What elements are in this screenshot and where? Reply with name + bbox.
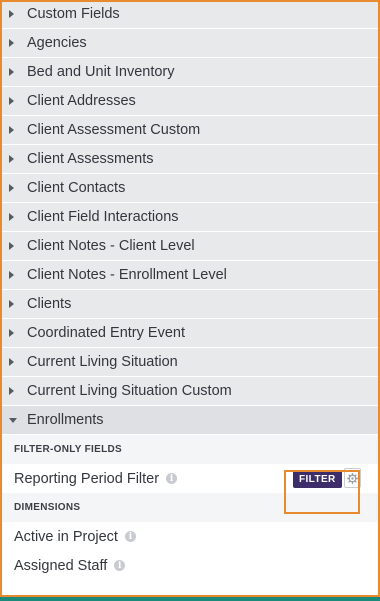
info-icon[interactable]: i [124, 531, 136, 542]
caret-right-icon [9, 213, 23, 221]
field-label: Active in Project [14, 528, 118, 545]
view-label: Client Assessment Custom [27, 122, 201, 138]
view-row-enrollments[interactable]: Enrollments [0, 406, 380, 435]
bottom-accent-bar [0, 597, 380, 601]
caret-right-icon [9, 242, 23, 250]
caret-right-icon [9, 184, 23, 192]
view-row-agencies[interactable]: Agencies [0, 29, 380, 58]
filter-only-fields-header: FILTER-ONLY FIELDS [0, 435, 380, 464]
view-row-client-notes-client-level[interactable]: Client Notes - Client Level [0, 232, 380, 261]
caret-right-icon [9, 271, 23, 279]
view-label: Clients [27, 296, 72, 312]
view-label: Client Assessments [27, 151, 154, 167]
gear-icon[interactable] [344, 468, 361, 488]
view-label: Client Addresses [27, 93, 136, 109]
view-label: Coordinated Entry Event [27, 325, 185, 341]
filter-button[interactable]: FILTER [293, 470, 342, 488]
caret-right-icon [9, 39, 23, 47]
info-icon[interactable]: i [166, 473, 178, 484]
field-row-reporting-period-filter[interactable]: Reporting Period Filter i FILTER [0, 464, 380, 493]
field-picker-panel: Custom Fields Agencies Bed and Unit Inve… [0, 0, 380, 601]
view-row-clients[interactable]: Clients [0, 290, 380, 319]
view-label: Bed and Unit Inventory [27, 64, 175, 80]
field-row-assigned-staff[interactable]: Assigned Staff i [0, 551, 380, 580]
caret-down-icon [9, 417, 23, 423]
view-label: Client Field Interactions [27, 209, 179, 225]
dimensions-header: DIMENSIONS [0, 493, 380, 522]
view-label: Custom Fields [27, 6, 120, 22]
caret-right-icon [9, 68, 23, 76]
view-label: Enrollments [27, 412, 104, 428]
caret-right-icon [9, 126, 23, 134]
caret-right-icon [9, 358, 23, 366]
view-row-custom-fields[interactable]: Custom Fields [0, 0, 380, 29]
caret-right-icon [9, 300, 23, 308]
caret-right-icon [9, 10, 23, 18]
view-row-client-addresses[interactable]: Client Addresses [0, 87, 380, 116]
field-label: Reporting Period Filter [14, 470, 160, 487]
view-row-current-living-situation-custom[interactable]: Current Living Situation Custom [0, 377, 380, 406]
view-row-client-notes-enrollment-level[interactable]: Client Notes - Enrollment Level [0, 261, 380, 290]
view-label: Client Notes - Enrollment Level [27, 267, 227, 283]
caret-right-icon [9, 155, 23, 163]
view-row-current-living-situation[interactable]: Current Living Situation [0, 348, 380, 377]
view-label: Agencies [27, 35, 87, 51]
view-row-bed-and-unit-inventory[interactable]: Bed and Unit Inventory [0, 58, 380, 87]
caret-right-icon [9, 329, 23, 337]
caret-right-icon [9, 97, 23, 105]
view-label: Current Living Situation Custom [27, 383, 232, 399]
field-row-active-in-project[interactable]: Active in Project i [0, 522, 380, 551]
view-label: Client Notes - Client Level [27, 238, 195, 254]
caret-right-icon [9, 387, 23, 395]
view-row-client-assessments[interactable]: Client Assessments [0, 145, 380, 174]
view-row-client-field-interactions[interactable]: Client Field Interactions [0, 203, 380, 232]
view-row-client-contacts[interactable]: Client Contacts [0, 174, 380, 203]
view-row-coordinated-entry-event[interactable]: Coordinated Entry Event [0, 319, 380, 348]
view-list: Custom Fields Agencies Bed and Unit Inve… [0, 0, 380, 580]
view-label: Client Contacts [27, 180, 126, 196]
field-label: Assigned Staff [14, 557, 108, 574]
view-row-client-assessment-custom[interactable]: Client Assessment Custom [0, 116, 380, 145]
info-icon[interactable]: i [114, 560, 126, 571]
view-label: Current Living Situation [27, 354, 178, 370]
